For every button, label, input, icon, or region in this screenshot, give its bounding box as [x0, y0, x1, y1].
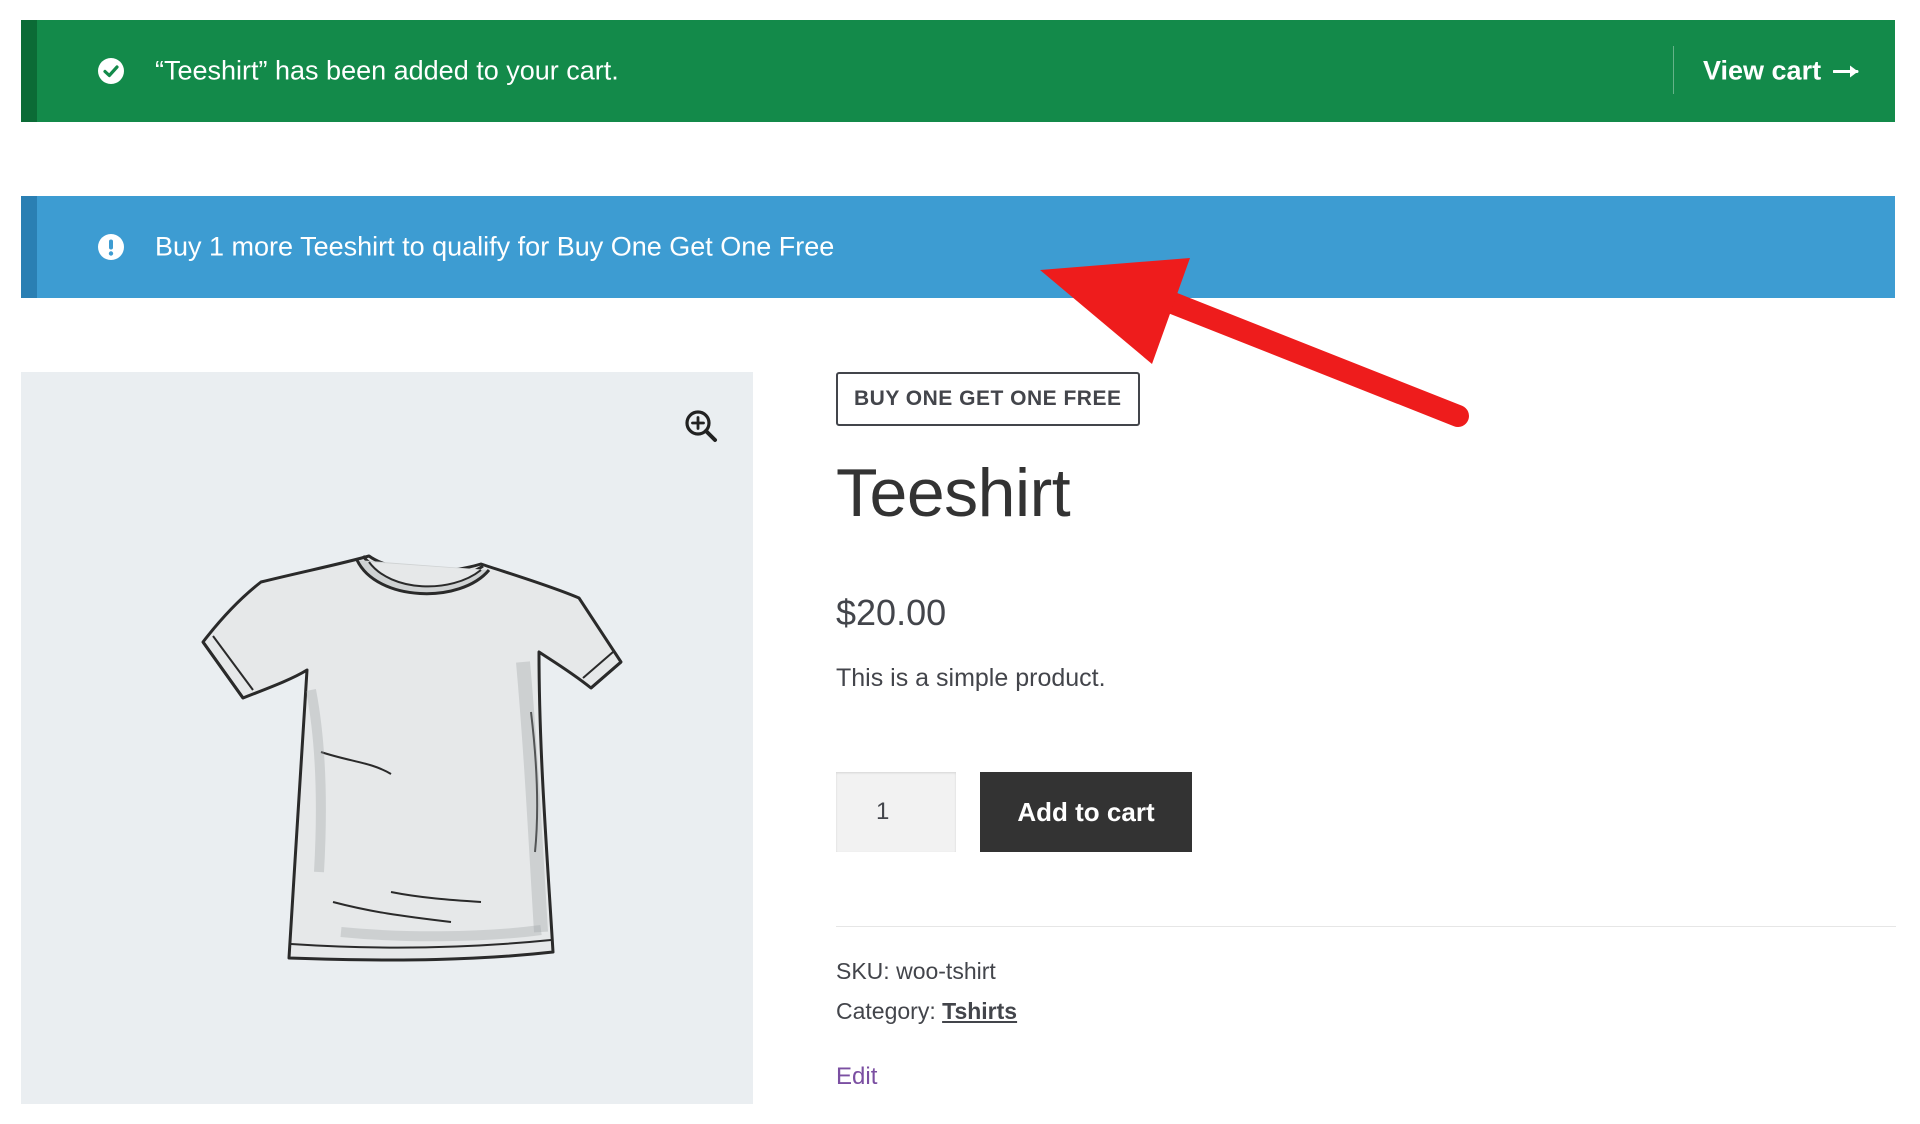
- success-message: “Teeshirt” has been added to your cart.: [155, 55, 619, 86]
- add-to-cart-button[interactable]: Add to cart: [980, 772, 1192, 852]
- product-gallery: [21, 372, 753, 1104]
- edit-link[interactable]: Edit: [836, 1063, 877, 1091]
- sku-label: SKU:: [836, 958, 890, 984]
- bogo-info-notice: Buy 1 more Teeshirt to qualify for Buy O…: [21, 196, 1895, 298]
- product-title: Teeshirt: [836, 455, 1071, 531]
- check-circle-icon: [98, 58, 124, 84]
- view-cart-link[interactable]: View cart: [1703, 56, 1861, 87]
- quantity-input[interactable]: [836, 772, 956, 852]
- category-line: Category: Tshirts: [836, 998, 1017, 1025]
- view-cart-label: View cart: [1703, 55, 1822, 86]
- exclamation-circle-icon: [98, 234, 124, 260]
- meta-divider: [836, 926, 1896, 927]
- category-link[interactable]: Tshirts: [942, 998, 1017, 1024]
- info-message: Buy 1 more Teeshirt to qualify for Buy O…: [155, 231, 835, 262]
- bogo-badge: BUY ONE GET ONE FREE: [836, 372, 1140, 426]
- arrow-right-icon: [1833, 65, 1859, 77]
- short-description: This is a simple product.: [836, 664, 1106, 692]
- product-price: $20.00: [836, 592, 947, 633]
- sku-line: SKU: woo-tshirt: [836, 958, 996, 985]
- zoom-in-icon[interactable]: [683, 408, 719, 444]
- sku-value: woo-tshirt: [896, 958, 996, 984]
- tshirt-illustration: [201, 554, 623, 962]
- cart-success-notice: “Teeshirt” has been added to your cart. …: [21, 20, 1895, 122]
- category-label: Category:: [836, 998, 936, 1024]
- product-page: “Teeshirt” has been added to your cart. …: [0, 0, 1920, 1124]
- notice-divider: [1673, 46, 1674, 94]
